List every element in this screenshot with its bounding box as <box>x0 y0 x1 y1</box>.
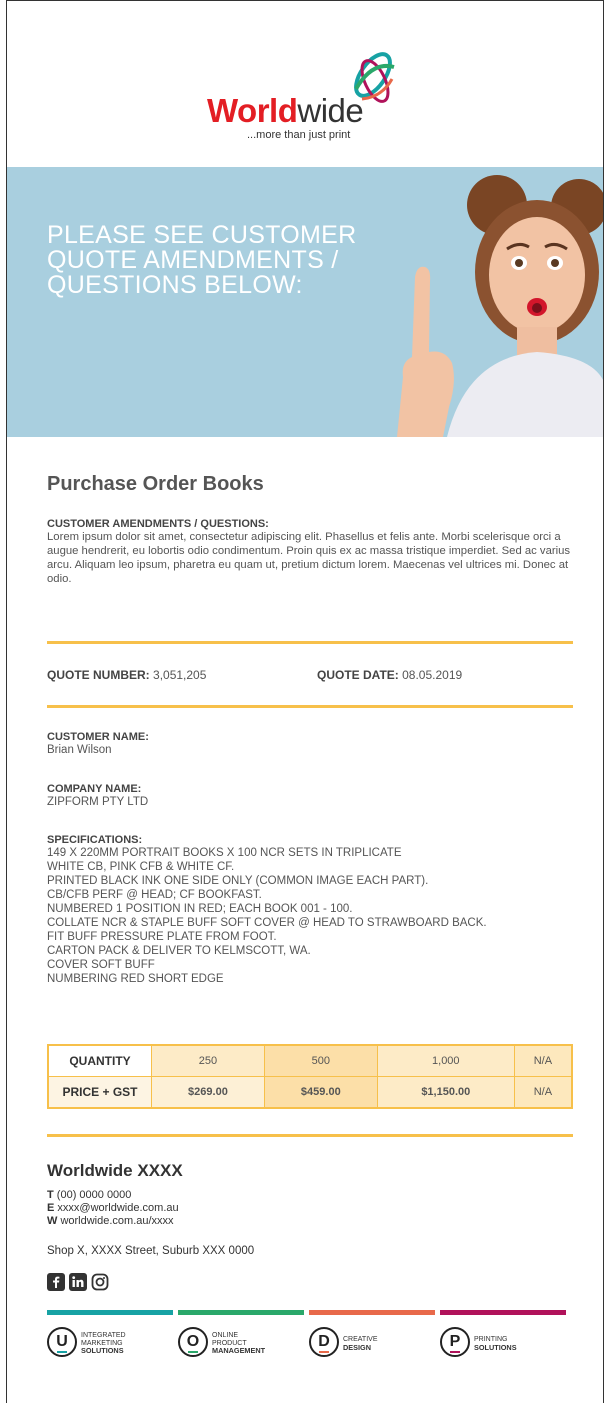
quantity-cell: 250 <box>151 1044 265 1077</box>
divider <box>47 1134 573 1137</box>
quantity-row: QUANTITY 250 500 1,000 N/A <box>47 1044 573 1077</box>
spec-line: CARTON PACK & DELIVER TO KELMSCOTT, WA. <box>47 945 311 957</box>
price-cell: $459.00 <box>263 1076 378 1109</box>
quote-number: QUOTE NUMBER: 3,051,205 <box>47 668 206 682</box>
logo-word-bold: World <box>207 92 298 129</box>
linkedin-icon[interactable] <box>69 1273 87 1291</box>
teal-bar <box>47 1310 173 1315</box>
logo-tagline: ...more than just print <box>247 129 351 141</box>
green-bar <box>178 1310 304 1315</box>
quote-number-label: QUOTE NUMBER: <box>47 668 150 682</box>
divider <box>47 641 573 644</box>
footer-company-name: Worldwide XXXX <box>47 1161 183 1180</box>
spec-line: PRINTED BLACK INK ONE SIDE ONLY (COMMON … <box>47 875 429 887</box>
hero-banner: PLEASE SEE CUSTOMER QUOTE AMENDMENTS / Q… <box>7 167 603 437</box>
o-badge-icon: O <box>178 1327 208 1357</box>
contact-details: T (00) 0000 0000 E xxxx@worldwide.com.au… <box>47 1189 179 1228</box>
customer-name-field: CUSTOMER NAME: Brian Wilson <box>47 731 573 756</box>
company-name-label: COMPANY NAME: <box>47 783 142 795</box>
amendments-section: CUSTOMER AMENDMENTS / QUESTIONS: Lorem i… <box>47 518 573 586</box>
quote-date-value: 08.05.2019 <box>402 668 463 682</box>
web-line: W worldwide.com.au/xxxx <box>47 1215 174 1227</box>
surprised-woman-image <box>397 175 603 437</box>
spec-line: NUMBERED 1 POSITION IN RED; EACH BOOK 00… <box>47 903 353 915</box>
spec-line: NUMBERING RED SHORT EDGE <box>47 973 224 985</box>
price-row: PRICE + GST $269.00 $459.00 $1,150.00 N/… <box>47 1076 573 1109</box>
spec-line: 149 x 220mm PORTRAIT BOOKS x 100 NCR SET… <box>47 847 402 859</box>
spec-line: WHITE CB, PINK CFB & WHITE CF. <box>47 861 235 873</box>
quantity-cell: 500 <box>263 1044 378 1077</box>
spec-line: FIT BUFF PRESSURE PLATE FROM FOOT. <box>47 931 277 943</box>
web-link[interactable]: worldwide.com.au/xxxx <box>60 1215 173 1227</box>
quantity-cell: 1,000 <box>376 1044 515 1077</box>
service-label: ONLINE PRODUCT MANAGEMENT <box>212 1332 266 1355</box>
hero-headline: PLEASE SEE CUSTOMER QUOTE AMENDMENTS / Q… <box>47 221 357 299</box>
price-cell: $269.00 <box>151 1076 265 1109</box>
price-cell: N/A <box>513 1076 573 1109</box>
magenta-bar <box>440 1310 566 1315</box>
quote-date: QUOTE DATE: 08.05.2019 <box>317 668 462 682</box>
price-label: PRICE + GST <box>47 1076 152 1109</box>
page-title: Purchase Order Books <box>47 473 264 495</box>
worldwide-logo[interactable]: Worldwide ...more than just print <box>197 49 397 149</box>
service-label: INTEGRATED MARKETING SOLUTIONS <box>81 1332 126 1355</box>
social-links <box>47 1273 109 1291</box>
service-color-bars <box>47 1310 573 1315</box>
p-badge-icon: P <box>440 1327 470 1357</box>
amendments-label: CUSTOMER AMENDMENTS / QUESTIONS: <box>47 518 269 530</box>
service-label: CREATIVE DESIGN <box>343 1336 378 1352</box>
phone-line: T (00) 0000 0000 <box>47 1189 132 1201</box>
facebook-icon[interactable] <box>47 1273 65 1291</box>
u-badge-icon: U <box>47 1327 77 1357</box>
price-cell: $1,150.00 <box>376 1076 515 1109</box>
email-link[interactable]: xxxx@worldwide.com.au <box>57 1202 178 1214</box>
logo-wordmark: Worldwide <box>207 92 364 129</box>
email-frame: Worldwide ...more than just print PLEASE… <box>6 0 604 1403</box>
company-name-field: COMPANY NAME: ZIPFORM PTY LTD <box>47 783 573 808</box>
address: Shop X, XXXX Street, Suburb XXX 0000 <box>47 1245 255 1257</box>
email-line: E xxxx@worldwide.com.au <box>47 1202 179 1214</box>
specifications-field: SPECIFICATIONS: 149 x 220mm PORTRAIT BOO… <box>47 834 573 986</box>
spec-line: COLLATE NCR & STAPLE BUFF SOFT COVER @ H… <box>47 917 487 929</box>
quantity-label: QUANTITY <box>47 1044 152 1077</box>
quantity-cell: N/A <box>513 1044 573 1077</box>
amendments-text: Lorem ipsum dolor sit amet, consectetur … <box>47 531 571 585</box>
instagram-icon[interactable] <box>91 1273 109 1291</box>
d-badge-icon: D <box>309 1327 339 1357</box>
company-name-value: ZIPFORM PTY LTD <box>47 796 149 808</box>
quote-number-value: 3,051,205 <box>153 668 207 682</box>
spec-line: COVER SOFT BUFF <box>47 959 155 971</box>
logo-word-thin: wide <box>297 92 364 129</box>
service-label: PRINTING SOLUTIONS <box>474 1336 517 1352</box>
phone-link[interactable]: (00) 0000 0000 <box>57 1189 132 1201</box>
pricing-table: QUANTITY 250 500 1,000 N/A PRICE + GST $… <box>47 1044 573 1109</box>
orange-bar <box>309 1310 435 1315</box>
customer-name-value: Brian Wilson <box>47 744 112 756</box>
quote-date-label: QUOTE DATE: <box>317 668 399 682</box>
customer-name-label: CUSTOMER NAME: <box>47 731 149 743</box>
divider <box>47 705 573 708</box>
spec-line: CB/CFB PERF @ HEAD; CF BOOKFAST. <box>47 889 262 901</box>
specifications-label: SPECIFICATIONS: <box>47 834 143 846</box>
